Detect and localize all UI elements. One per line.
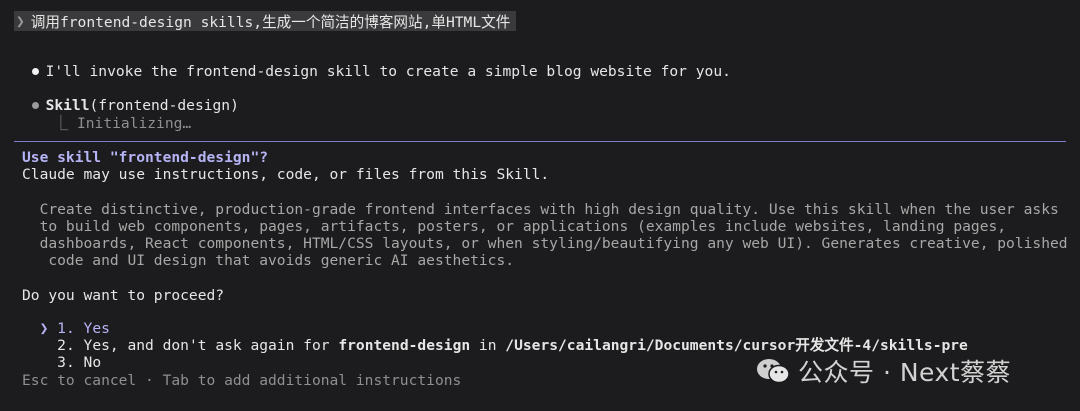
option-yes-dont-ask[interactable]: 2. Yes, and don't ask again for frontend… [22, 320, 968, 354]
bullet-icon [31, 68, 39, 75]
option-skill-name: frontend-design [338, 337, 471, 354]
prompt-chevron-icon: ❯ [16, 12, 25, 30]
watermark-text: 公众号 · Next蔡蔡 [798, 358, 1012, 387]
dialog-separator [14, 141, 1066, 142]
option-label: Yes, and don't ask again for [83, 337, 339, 354]
user-prompt: ❯ 调用frontend-design skills,生成一个简洁的博客网站,单… [14, 11, 517, 31]
tool-status-text: Initializing… [76, 115, 192, 132]
option-number: 3. [57, 354, 75, 371]
assistant-message-text: I'll invoke the frontend-design skill to… [45, 63, 731, 80]
dialog-description-line: code and UI design that avoids generic A… [39, 252, 515, 269]
watermark: 公众号 · Next蔡蔡 [756, 353, 1011, 389]
dialog-question: Do you want to proceed? [22, 287, 225, 304]
dialog-description-line: dashboards, React components, HTML/CSS l… [39, 235, 1068, 252]
dialog-subtitle: Claude may use instructions, code, or fi… [22, 166, 550, 183]
option-no[interactable]: 3. No [22, 337, 101, 371]
tool-status: ⎿ Initializing… [36, 98, 192, 132]
dialog-footer-hint: Esc to cancel · Tab to add additional in… [22, 372, 462, 389]
option-label: No [83, 354, 102, 371]
option-path: /Users/cailangri/Documents/cursor开发文件-4/… [505, 337, 968, 354]
dialog-title: Use skill "frontend-design"? [22, 149, 269, 166]
tool-status-prefix-icon: ⎿ [53, 115, 69, 132]
wechat-icon [757, 359, 790, 384]
dialog-description-line: Create distinctive, production-grade fro… [39, 201, 1059, 218]
dialog-description-line: to build web components, pages, artifact… [39, 218, 1007, 235]
assistant-message: I'll invoke the frontend-design skill to… [14, 46, 731, 80]
prompt-text: 调用frontend-design skills,生成一个简洁的博客网站,单HT… [30, 13, 511, 31]
